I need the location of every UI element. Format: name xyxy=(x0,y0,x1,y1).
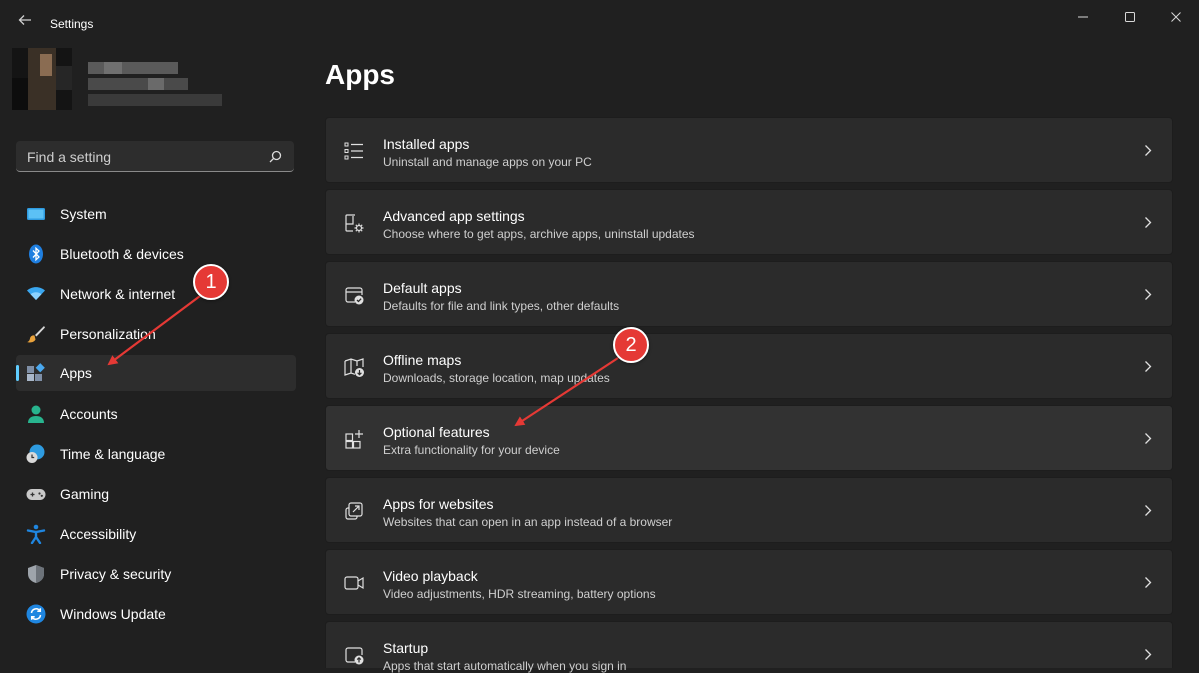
annotation-arrow-2 xyxy=(514,357,619,427)
annotation-badge-1: 1 xyxy=(193,264,229,300)
annotation-badge-2: 2 xyxy=(613,327,649,363)
annotation-arrows xyxy=(107,295,619,427)
annotation-arrow-1 xyxy=(107,295,201,366)
